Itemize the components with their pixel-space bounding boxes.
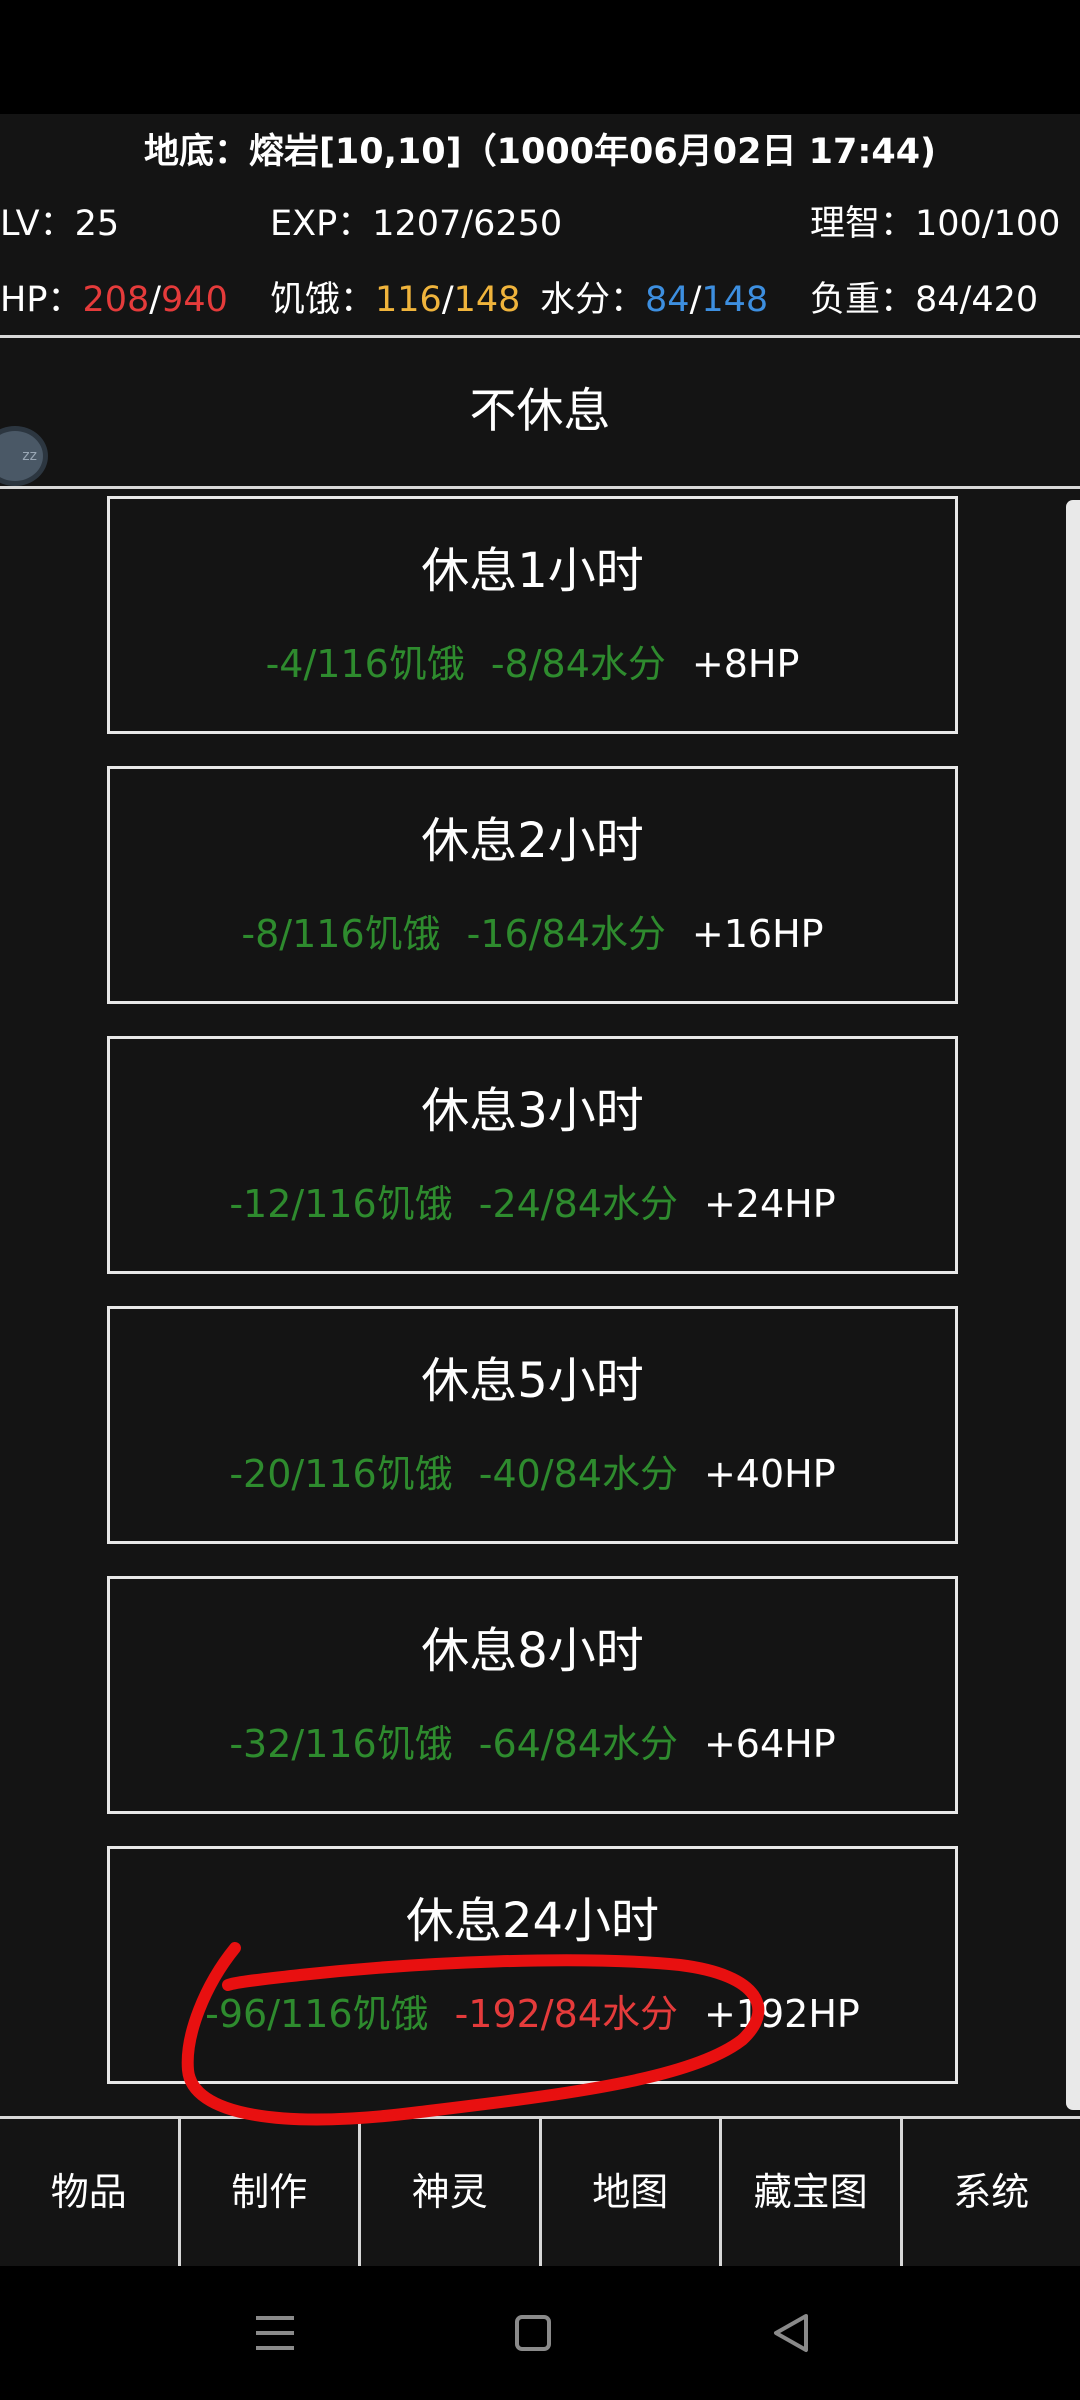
exp-stat: EXP：1207/6250 [270,199,562,249]
load-stat: 负重：84/420 [810,275,1038,325]
bottom-nav: 物品 制作 神灵 地图 藏宝图 系统 [0,2119,1080,2266]
level-stat: LV：25 [0,199,119,249]
water-max: 148 [701,280,769,320]
rest-option-effects: -12/116饥饿 -24/84水分 +24HP [110,1177,955,1231]
hunger-cost: -32/116饥饿 [229,1722,453,1766]
hunger-cost: -20/116饥饿 [229,1452,453,1496]
water-cost: -192/84水分 [454,1992,678,2036]
scrollbar-thumb[interactable] [1066,500,1080,2110]
rest-option-title: 休息1小时 [421,543,644,599]
water-cost: -64/84水分 [478,1722,678,1766]
rest-option-2h[interactable]: 休息2小时 -8/116饥饿 -16/84水分 +16HP [107,766,958,1004]
tab-system[interactable]: 系统 [903,2119,1080,2266]
hunger-stat: 饥饿：116/148 [270,275,520,325]
rest-option-title: 休息8小时 [421,1623,644,1679]
exp-value: 1207/6250 [372,204,563,244]
sanity-stat: 理智：100/100 [810,199,1060,249]
rest-option-effects: -96/116饥饿 -192/84水分 +192HP [110,1987,955,2041]
rest-option-effects: -8/116饥饿 -16/84水分 +16HP [110,907,955,961]
hunger-current: 116 [375,280,442,320]
hp-separator: / [149,280,162,320]
water-cost: -40/84水分 [478,1452,678,1496]
hp-gain: +24HP [703,1182,836,1226]
rest-option-title: 休息3小时 [421,1083,644,1139]
list-divider [0,486,1080,489]
hp-gain: +192HP [703,1992,860,2036]
load-value: 84/420 [915,280,1039,320]
water-separator: / [689,280,702,320]
exp-label: EXP： [270,204,373,244]
rest-option-effects: -20/116饥饿 -40/84水分 +40HP [110,1447,955,1501]
hunger-separator: / [441,280,454,320]
hunger-cost: -8/116饥饿 [241,912,441,956]
water-cost: -16/84水分 [466,912,666,956]
sanity-value: 100/100 [915,204,1061,244]
tab-crafting[interactable]: 制作 [181,2119,361,2266]
hp-current: 208 [82,280,150,320]
water-cost: -8/84水分 [490,642,666,686]
tab-deities[interactable]: 神灵 [361,2119,542,2266]
hunger-label: 饥饿： [270,280,376,320]
hp-gain: +40HP [703,1452,836,1496]
rest-option-effects: -4/116饥饿 -8/84水分 +8HP [110,637,955,691]
system-navigation-bar [0,2266,1080,2400]
rest-option-title: 休息24小时 [405,1893,660,1949]
rest-option-8h[interactable]: 休息8小时 -32/116饥饿 -64/84水分 +64HP [107,1576,958,1814]
tab-items[interactable]: 物品 [0,2119,181,2266]
rest-option-effects: -32/116饥饿 -64/84水分 +64HP [110,1717,955,1771]
rest-option-title: 休息2小时 [421,813,644,869]
hunger-cost: -12/116饥饿 [229,1182,453,1226]
level-label: LV： [0,204,75,244]
hp-gain: +16HP [691,912,824,956]
back-triangle-icon[interactable] [756,2298,826,2368]
hp-max: 940 [161,280,228,320]
hunger-cost: -96/116饥饿 [205,1992,429,2036]
hp-gain: +8HP [691,642,800,686]
water-stat: 水分：84/148 [540,275,768,325]
level-value: 25 [74,204,120,244]
hp-gain: +64HP [703,1722,836,1766]
water-cost: -24/84水分 [478,1182,678,1226]
hp-stat: HP：208/940 [0,275,228,325]
status-bar [0,0,1080,114]
rest-option-5h[interactable]: 休息5小时 -20/116饥饿 -40/84水分 +40HP [107,1306,958,1544]
rest-option-3h[interactable]: 休息3小时 -12/116饥饿 -24/84水分 +24HP [107,1036,958,1274]
hp-label: HP： [0,280,83,320]
sanity-label: 理智： [810,204,916,244]
no-rest-button[interactable]: 不休息 [0,338,1080,486]
home-square-icon[interactable] [498,2298,568,2368]
tab-map[interactable]: 地图 [542,2119,722,2266]
rest-option-24h[interactable]: 休息24小时 -96/116饥饿 -192/84水分 +192HP [107,1846,958,2084]
menu-icon[interactable] [240,2298,310,2368]
tab-treasure-map[interactable]: 藏宝图 [722,2119,903,2266]
rest-option-title: 休息5小时 [421,1353,644,1409]
rest-option-1h[interactable]: 休息1小时 -4/116饥饿 -8/84水分 +8HP [107,496,958,734]
load-label: 负重： [810,280,916,320]
hunger-cost: -4/116饥饿 [265,642,465,686]
water-label: 水分： [540,280,646,320]
hunger-max: 148 [453,280,521,320]
location-header: 地底：熔岩[10,10]（1000年06月02日 17:44) [143,132,937,172]
water-current: 84 [645,280,690,320]
